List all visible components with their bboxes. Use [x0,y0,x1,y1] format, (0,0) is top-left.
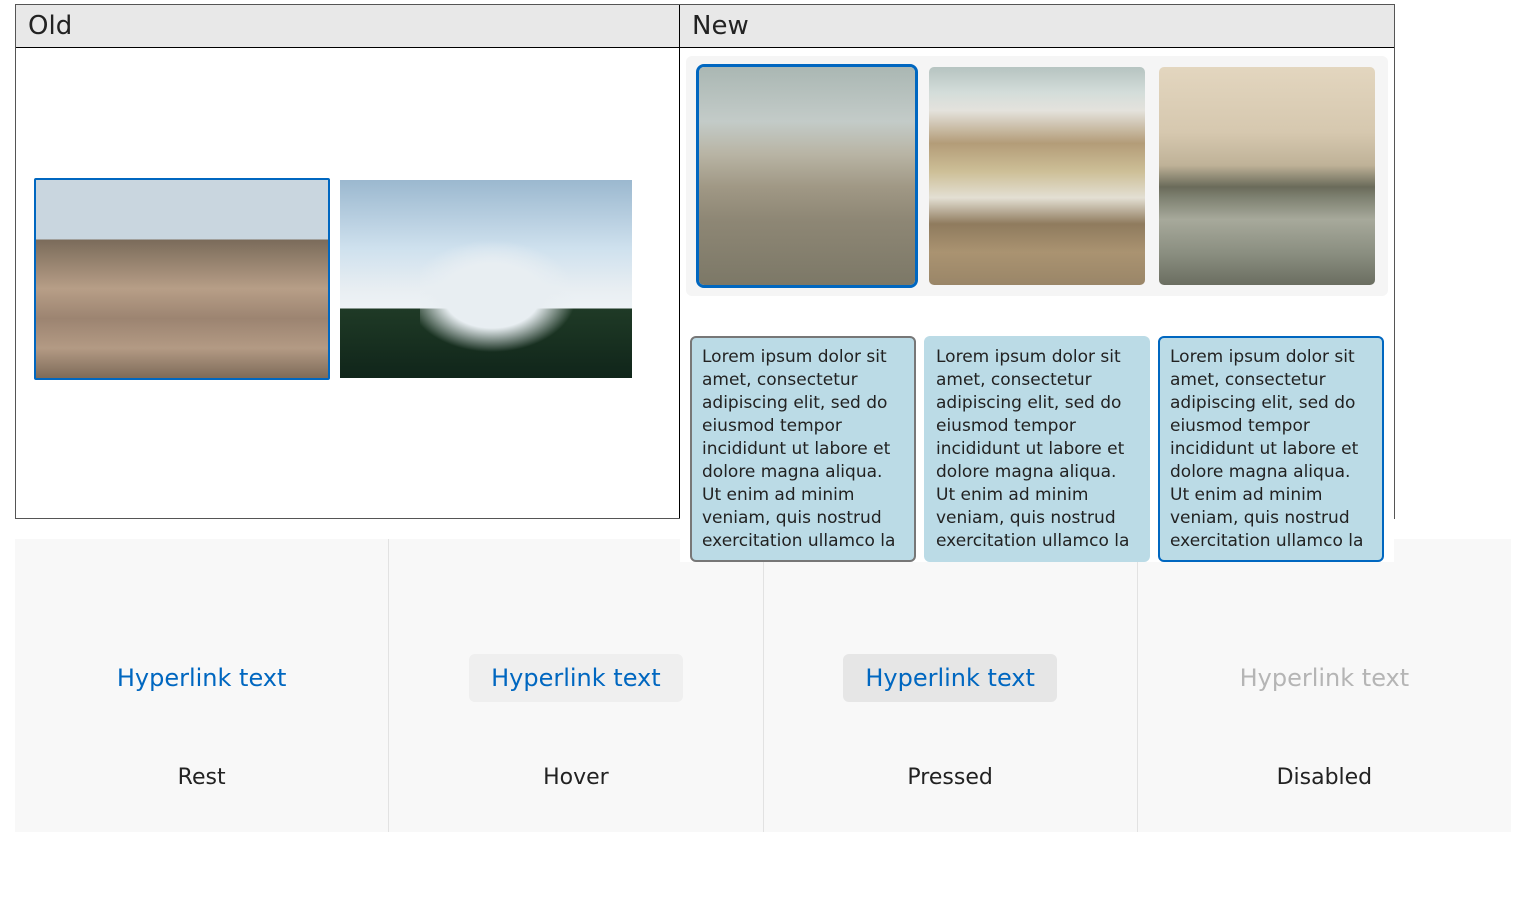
state-cell-pressed: Hyperlink text Pressed [764,539,1138,832]
state-label-pressed: Pressed [907,765,992,790]
hyperlink-hover[interactable]: Hyperlink text [469,654,683,702]
new-thumbnail-row [686,56,1388,296]
new-body: Lorem ipsum dolor sit amet, consectetur … [680,48,1394,562]
state-label-rest: Rest [178,765,226,790]
lorem-card-gray-border[interactable]: Lorem ipsum dolor sit amet, consectetur … [690,336,916,562]
cityscape-image-placeholder [699,67,915,285]
river-image-placeholder [1159,67,1375,285]
comparison-table: Old New [15,4,1395,519]
hyperlink-pressed[interactable]: Hyperlink text [843,654,1057,702]
comparison-column-old: Old [16,5,680,518]
state-cell-disabled: Hyperlink text Disabled [1138,539,1511,832]
hyperlink-states-panel: Hyperlink text Rest Hyperlink text Hover… [15,539,1511,832]
state-label-disabled: Disabled [1277,765,1373,790]
old-image-gateway[interactable] [34,178,330,380]
comparison-column-new: New Lorem ipsum dolor sit amet, consecte… [680,5,1394,518]
hyperlink-disabled: Hyperlink text [1218,654,1432,702]
new-thumb-cityscape[interactable] [696,64,918,288]
old-image-mountain[interactable] [338,178,634,380]
state-cell-rest: Hyperlink text Rest [15,539,389,832]
new-header: New [680,5,1394,48]
lorem-card-row: Lorem ipsum dolor sit amet, consectetur … [690,336,1384,562]
lorem-card-blue-border[interactable]: Lorem ipsum dolor sit amet, consectetur … [1158,336,1384,562]
state-label-hover: Hover [543,765,609,790]
hyperlink-rest[interactable]: Hyperlink text [95,654,309,702]
new-thumb-river[interactable] [1156,64,1378,288]
mountain-image-placeholder [340,180,632,378]
old-image-row [34,178,634,380]
new-thumb-houses[interactable] [926,64,1148,288]
houses-image-placeholder [929,67,1145,285]
state-cell-hover: Hyperlink text Hover [389,539,763,832]
lorem-card-no-border[interactable]: Lorem ipsum dolor sit amet, consectetur … [924,336,1150,562]
gateway-image-placeholder [36,180,328,378]
old-body [16,48,679,518]
old-header: Old [16,5,679,48]
